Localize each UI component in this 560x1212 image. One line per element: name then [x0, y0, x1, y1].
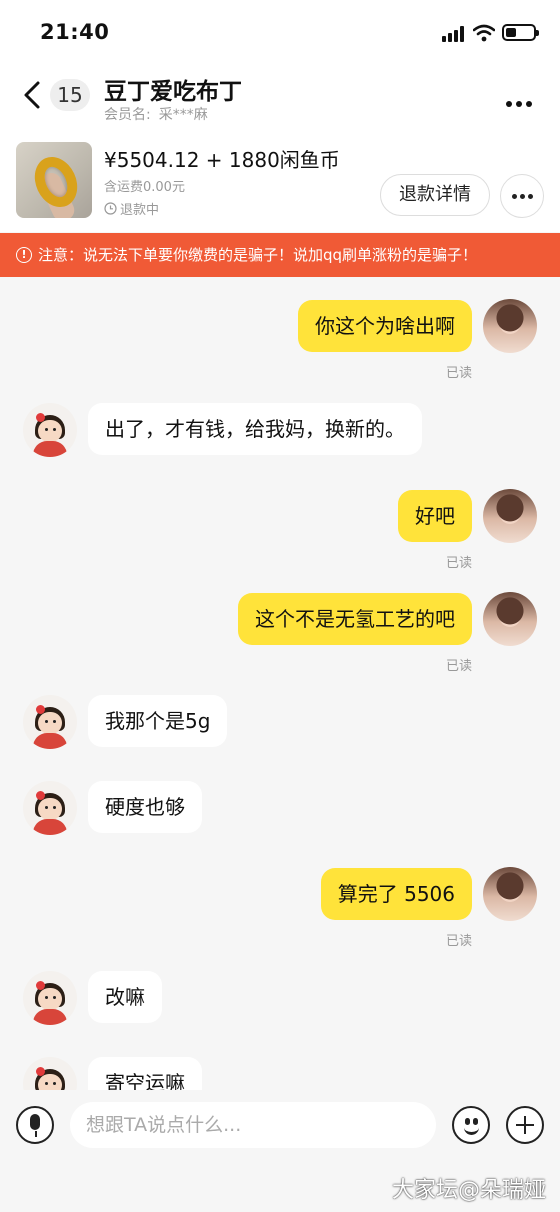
wifi-icon: [473, 24, 495, 42]
more-options-icon[interactable]: [506, 92, 542, 107]
contact-message-bubble[interactable]: 硬度也够: [88, 781, 202, 833]
warning-text: 注意：说无法下单要你缴费的是骗子！说加qq刷单涨粉的是骗子！: [38, 246, 478, 264]
my-avatar[interactable]: [483, 592, 537, 646]
product-more-button[interactable]: [500, 174, 544, 218]
battery-icon: [502, 24, 539, 41]
unread-count-badge[interactable]: 15: [50, 79, 90, 111]
product-card[interactable]: ¥5504.12 + 1880闲鱼币 含运费0.00元 退款中 退款详情: [0, 134, 560, 232]
read-receipt: 已读: [445, 934, 472, 949]
back-arrow-icon[interactable]: [18, 80, 48, 110]
product-thumbnail[interactable]: [16, 142, 92, 218]
contact-message-bubble[interactable]: 出了，才有钱，给我妈，换新的。: [88, 403, 422, 455]
emoji-icon[interactable]: [452, 1106, 490, 1144]
contact-message-bubble[interactable]: 寄空运嘛: [88, 1057, 202, 1090]
my-message-bubble[interactable]: 你这个为啥出啊: [298, 300, 472, 352]
my-avatar[interactable]: [483, 489, 537, 543]
watermark: 大家坛@朵瑞娅: [391, 1178, 546, 1203]
scam-warning-banner: ! 注意：说无法下单要你缴费的是骗子！说加qq刷单涨粉的是骗子！: [0, 233, 560, 277]
contact-avatar[interactable]: [23, 695, 77, 749]
contact-name: 豆丁爱吃布丁: [104, 79, 242, 105]
member-label: 会员名:: [104, 107, 151, 123]
refund-detail-button[interactable]: 退款详情: [380, 174, 490, 216]
warning-icon: !: [16, 247, 32, 263]
read-receipt: 已读: [445, 659, 472, 674]
contact-avatar[interactable]: [23, 971, 77, 1025]
status-bar: 21:40: [0, 0, 560, 62]
my-avatar[interactable]: [483, 299, 537, 353]
voice-input-icon[interactable]: [16, 1106, 54, 1144]
input-bar: 想跟TA说点什么...: [0, 1090, 560, 1162]
my-avatar[interactable]: [483, 867, 537, 921]
add-attachment-icon[interactable]: [506, 1106, 544, 1144]
shipping-fee: 含运费0.00元: [104, 180, 185, 195]
read-receipt: 已读: [445, 366, 472, 381]
order-status-text: 退款中: [120, 203, 160, 218]
my-message-bubble[interactable]: 这个不是无氢工艺的吧: [238, 593, 472, 645]
message-input[interactable]: 想跟TA说点什么...: [70, 1102, 436, 1148]
clock-icon: [104, 202, 117, 215]
read-receipt: 已读: [445, 556, 472, 571]
member-info: 会员名: 采***麻: [104, 104, 208, 124]
my-message-bubble[interactable]: 好吧: [398, 490, 472, 542]
chat-header: 15 豆丁爱吃布丁 会员名: 采***麻: [0, 62, 560, 134]
product-price: ¥5504.12 + 1880闲鱼币: [104, 148, 340, 172]
message-list[interactable]: 你这个为啥出啊 已读 出了，才有钱，给我妈，换新的。 好吧 已读 这个不是无氢工…: [0, 277, 560, 1090]
contact-avatar[interactable]: [23, 403, 77, 457]
order-status: 退款中: [104, 199, 159, 218]
member-name: 采***麻: [158, 107, 208, 123]
contact-message-bubble[interactable]: 改嘛: [88, 971, 162, 1023]
contact-message-bubble[interactable]: 我那个是5g: [88, 695, 228, 747]
signal-icon: [442, 26, 466, 42]
status-time: 21:40: [40, 20, 110, 44]
contact-avatar[interactable]: [23, 781, 77, 835]
contact-avatar[interactable]: [23, 1057, 77, 1090]
my-message-bubble[interactable]: 算完了 5506: [320, 868, 472, 920]
